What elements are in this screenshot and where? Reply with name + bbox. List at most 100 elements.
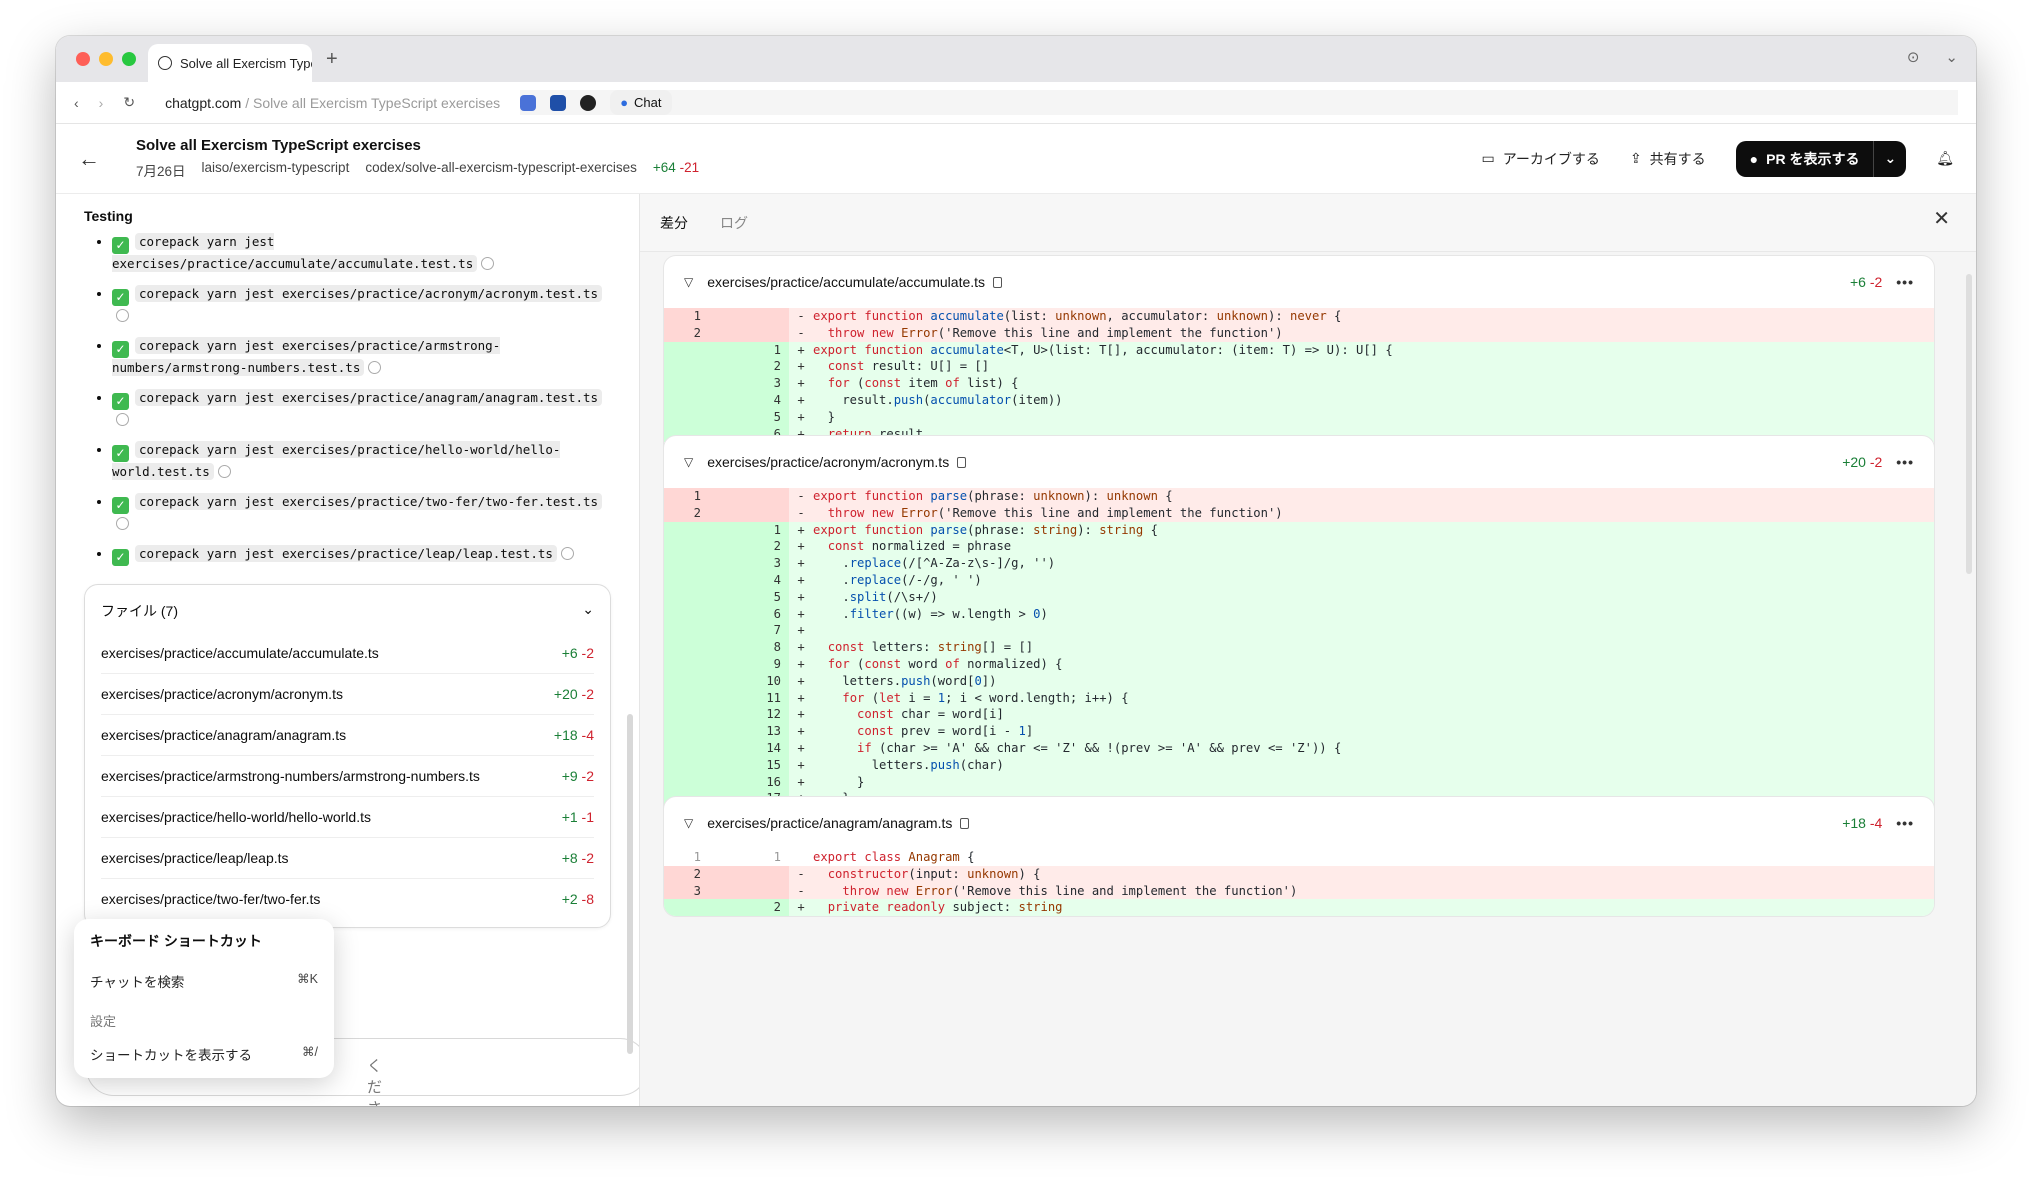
bell-icon[interactable]: 🔔︎ (1936, 150, 1954, 167)
diff-file-card: ▽ exercises/practice/accumulate/accumulat… (664, 256, 1934, 460)
diff-line: 13 + const prev = word[i - 1] (664, 723, 1934, 740)
file-path: exercises/practice/hello-world/hello-wor… (101, 809, 371, 825)
file-row[interactable]: exercises/practice/hello-world/hello-wor… (101, 796, 594, 837)
diff-line: 2 + private readonly subject: string (664, 899, 1934, 917)
file-path: exercises/practice/armstrong-numbers/arm… (101, 768, 480, 784)
task-branch[interactable]: codex/solve-all-exercism-typescript-exer… (365, 160, 637, 180)
copy-icon[interactable] (116, 517, 129, 530)
file-row[interactable]: exercises/practice/accumulate/accumulate… (101, 633, 594, 673)
search-chats-key: ⌘K (297, 972, 318, 986)
diff-line: 2 + const normalized = phrase (664, 538, 1934, 556)
forward-nav-icon[interactable]: › (99, 95, 104, 111)
chat-button[interactable]: ● Chat (610, 90, 672, 115)
zoom-window-button[interactable] (122, 52, 136, 66)
back-arrow-icon[interactable]: ← (78, 146, 118, 172)
diff-line: 7 + (664, 622, 1934, 640)
task-repo[interactable]: laiso/exercism-typescript (202, 160, 350, 180)
minimize-window-button[interactable] (99, 52, 113, 66)
url-field[interactable]: chatgpt.com / Solve all Exercism TypeScr… (165, 95, 500, 111)
file-row[interactable]: exercises/practice/acronym/acronym.ts +20… (101, 673, 594, 714)
browser-window: Solve all Exercism TypeScript exercises … (56, 36, 1976, 1106)
file-row[interactable]: exercises/practice/anagram/anagram.ts +18… (101, 714, 594, 755)
diff-marker: - (797, 883, 805, 898)
copy-icon[interactable] (960, 817, 970, 829)
diff-marker: + (797, 359, 805, 374)
diff-line: 10 + letters.push(word[0]) (664, 672, 1934, 690)
download-icon[interactable]: ⊙ (1907, 48, 1920, 66)
diff-marker: - (797, 489, 805, 503)
tab-log[interactable]: ログ (720, 213, 748, 233)
diff-line: 2 + const result: U[] = [] (664, 358, 1934, 376)
show-shortcuts-shortcut[interactable]: ショートカットを表示する ⌘/ (90, 1044, 318, 1064)
copy-icon[interactable] (993, 276, 1003, 288)
copy-icon[interactable] (217, 465, 231, 478)
file-path: exercises/practice/acronym/acronym.ts (101, 686, 343, 702)
more-options-icon[interactable]: ••• (1896, 454, 1914, 470)
check-icon: ✓ (112, 341, 129, 358)
close-window-button[interactable] (76, 52, 90, 66)
diff-additions: +6 (1849, 274, 1866, 290)
bitwarden-extension-icon[interactable] (550, 94, 567, 111)
diff-marker: + (797, 740, 805, 755)
diff-line: 1 - export function parse(phrase: unknown)… (664, 488, 1934, 505)
copy-icon[interactable] (560, 547, 574, 560)
left-scrollbar[interactable] (627, 714, 633, 1054)
extension-icon[interactable] (580, 94, 597, 111)
new-line-number: 13 (709, 723, 789, 740)
diff-file-header[interactable]: ▽ exercises/practice/acronym/acronym.ts +2… (664, 436, 1934, 488)
files-card: ファイル (7) ⌄ exercises/practice/accumulate… (84, 584, 611, 928)
old-line-number (664, 689, 709, 707)
code-line: export function accumulate(list: unknown… (813, 309, 1342, 323)
copy-icon[interactable] (368, 361, 382, 374)
file-row[interactable]: exercises/practice/two-fer/two-fer.ts +2 … (101, 878, 594, 919)
diff-line: 2 - throw new Error('Remove this line and… (664, 504, 1934, 522)
copy-icon[interactable] (481, 257, 495, 270)
check-icon: ✓ (112, 549, 129, 566)
archive-button[interactable]: ▭ アーカイブする (1482, 149, 1600, 169)
copy-icon[interactable] (116, 413, 129, 426)
check-icon: ✓ (112, 289, 129, 306)
search-chats-shortcut[interactable]: チャットを検索 ⌘K (90, 971, 318, 991)
new-tab-icon[interactable]: + (326, 48, 338, 71)
old-line-number (664, 571, 709, 589)
tab-diff[interactable]: 差分 (660, 213, 688, 233)
diff-line: 6 + .filter((w) => w.length > 0) (664, 605, 1934, 623)
share-button[interactable]: ⇪ 共有する (1630, 149, 1706, 169)
new-line-number: 15 (709, 756, 789, 774)
pr-options-chevron-icon[interactable]: ⌄ (1873, 140, 1906, 177)
diff-file-name: exercises/practice/anagram/anagram.ts (707, 815, 953, 831)
reload-icon[interactable]: ↻ (123, 94, 135, 111)
diff-marker: + (797, 589, 805, 604)
diff-file-header[interactable]: ▽ exercises/practice/anagram/anagram.ts +1… (664, 797, 1934, 849)
copy-icon[interactable] (957, 456, 967, 468)
copy-icon[interactable] (116, 309, 129, 322)
search-chats-label: チャットを検索 (90, 975, 185, 990)
new-line-number: 7 (709, 622, 789, 640)
chevron-down-icon[interactable]: ⌄ (1945, 48, 1958, 66)
chevron-down-icon[interactable]: ▽ (684, 816, 693, 830)
old-line-number (664, 899, 709, 917)
old-line-number: 1 (693, 850, 701, 864)
chevron-down-icon[interactable]: ▽ (684, 275, 693, 289)
diff-file-header[interactable]: ▽ exercises/practice/accumulate/accumulat… (664, 256, 1934, 308)
files-header[interactable]: ファイル (7) ⌄ (101, 593, 594, 633)
page-title: Solve all Exercism TypeScript exercises (136, 137, 421, 154)
new-line-number: 16 (709, 773, 789, 791)
chevron-down-icon[interactable]: ▽ (684, 455, 693, 469)
back-nav-icon[interactable]: ‹ (74, 95, 79, 111)
file-row[interactable]: exercises/practice/leap/leap.ts +8 -2 (101, 837, 594, 878)
more-options-icon[interactable]: ••• (1896, 274, 1914, 290)
chevron-down-icon[interactable]: ⌄ (582, 601, 594, 621)
new-line-number: 1 (709, 341, 789, 359)
translate-extension-icon[interactable] (520, 94, 537, 111)
more-options-icon[interactable]: ••• (1896, 815, 1914, 831)
diff-additions: +18 (1842, 815, 1866, 831)
browser-tab[interactable]: Solve all Exercism TypeScript exercises (148, 44, 312, 82)
view-pr-button[interactable]: ● PR を表示する ⌄ (1735, 140, 1907, 177)
new-line-number (709, 865, 789, 883)
diff-line: 8 + const letters: string[] = [] (664, 639, 1934, 656)
close-icon[interactable]: ✕ (1933, 206, 1950, 231)
old-line-number (664, 756, 709, 774)
file-row[interactable]: exercises/practice/armstrong-numbers/arm… (101, 755, 594, 796)
diff-scrollbar[interactable] (1966, 274, 1972, 574)
